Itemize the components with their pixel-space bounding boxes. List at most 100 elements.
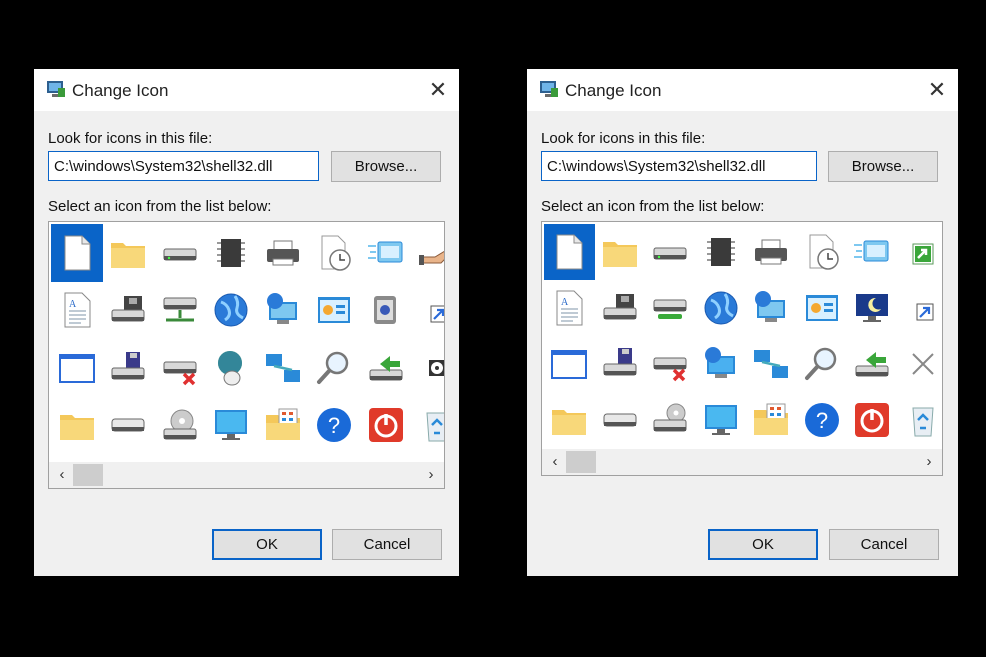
close-x-icon (912, 353, 934, 375)
horizontal-scrollbar[interactable]: ‹ › (542, 449, 942, 475)
icon-cell[interactable] (696, 280, 747, 336)
scroll-right-icon[interactable]: › (422, 466, 440, 483)
shutdown-icon (368, 408, 403, 443)
globe-monitor-icon (704, 347, 735, 378)
icon-cell[interactable] (544, 224, 595, 280)
icon-cell[interactable] (103, 397, 155, 455)
icon-cell[interactable] (847, 224, 898, 280)
file-path-input[interactable] (48, 151, 319, 181)
icon-cell[interactable] (206, 282, 258, 340)
scroll-thumb[interactable] (566, 451, 596, 473)
horizontal-scrollbar[interactable]: ‹ › (49, 462, 444, 488)
icon-cell[interactable]: ? (309, 397, 361, 455)
icon-cell[interactable] (51, 224, 103, 282)
icon-cell[interactable] (103, 224, 155, 282)
window-motion-icon (367, 241, 403, 263)
file-path-input[interactable] (541, 151, 817, 181)
icon-cell[interactable] (360, 397, 412, 455)
icon-cell[interactable] (645, 280, 696, 336)
icon-cell[interactable] (309, 339, 361, 397)
icon-cell[interactable] (847, 336, 898, 392)
icon-cell[interactable] (797, 336, 848, 392)
icon-cell[interactable] (103, 282, 155, 340)
cancel-button[interactable]: Cancel (829, 529, 939, 560)
close-button[interactable]: ✕ (922, 75, 952, 105)
icon-cell[interactable] (412, 224, 444, 282)
blank-document-icon (64, 235, 91, 271)
ok-button[interactable]: OK (708, 529, 818, 560)
icon-cell[interactable] (154, 339, 206, 397)
title-bar[interactable]: Change Icon ✕ (527, 69, 958, 111)
icon-cell[interactable] (898, 280, 943, 336)
icon-cell[interactable] (544, 336, 595, 392)
icon-cell[interactable] (257, 224, 309, 282)
icon-cell[interactable] (154, 397, 206, 455)
cancel-button[interactable]: Cancel (332, 529, 442, 560)
application-window-icon (58, 353, 95, 383)
scroll-right-icon[interactable]: › (920, 453, 938, 470)
icon-cell[interactable] (696, 392, 747, 448)
icon-cell[interactable] (797, 224, 848, 280)
icon-cell[interactable] (360, 282, 412, 340)
removable-drive-icon (111, 418, 145, 432)
network-drive-icon (603, 294, 637, 320)
icon-cell[interactable] (257, 282, 309, 340)
icon-cell[interactable] (898, 224, 943, 280)
icon-cell[interactable] (309, 282, 361, 340)
icon-cell[interactable] (847, 392, 898, 448)
icon-cell[interactable] (51, 339, 103, 397)
icon-cell[interactable] (206, 224, 258, 282)
icon-cell[interactable] (746, 224, 797, 280)
icon-cell[interactable] (645, 224, 696, 280)
icon-cell[interactable] (746, 392, 797, 448)
icon-cell[interactable] (898, 392, 943, 448)
icon-cell[interactable] (51, 397, 103, 455)
icon-cell[interactable] (847, 280, 898, 336)
icon-cell[interactable] (360, 224, 412, 282)
hard-drive-icon (163, 248, 197, 261)
icon-cell[interactable] (206, 397, 258, 455)
icon-cell[interactable] (257, 397, 309, 455)
icon-cell[interactable] (154, 282, 206, 340)
help-icon: ? (804, 403, 839, 437)
icon-cell[interactable] (797, 280, 848, 336)
icon-cell[interactable] (412, 397, 444, 455)
scroll-left-icon[interactable]: ‹ (546, 453, 564, 470)
icon-cell[interactable]: ? (797, 392, 848, 448)
scroll-thumb[interactable] (73, 464, 103, 486)
title-bar[interactable]: Change Icon ✕ (34, 69, 459, 111)
icon-cell[interactable] (103, 339, 155, 397)
icon-cell[interactable] (898, 336, 943, 392)
icon-cell[interactable] (645, 336, 696, 392)
icon-cell[interactable] (595, 336, 646, 392)
icon-cell[interactable] (544, 392, 595, 448)
computer-monitor-icon (215, 410, 248, 441)
icon-cell[interactable] (309, 224, 361, 282)
icon-cell[interactable] (412, 282, 444, 340)
icon-cell[interactable] (206, 339, 258, 397)
dialog-title: Change Icon (565, 81, 662, 100)
icon-cell[interactable] (645, 392, 696, 448)
icon-cell[interactable]: A (544, 280, 595, 336)
icon-cell[interactable] (595, 224, 646, 280)
icon-cell[interactable] (746, 280, 797, 336)
icon-cell[interactable] (696, 336, 747, 392)
change-icon-dialog-left: Change Icon ✕ Look for icons in this fil… (34, 69, 459, 576)
icon-list[interactable]: A? ‹ › (48, 221, 445, 489)
close-button[interactable]: ✕ (423, 75, 453, 105)
icon-cell[interactable] (595, 280, 646, 336)
icon-cell[interactable]: A (51, 282, 103, 340)
icon-cell[interactable] (696, 224, 747, 280)
icon-cell[interactable] (154, 224, 206, 282)
icon-cell[interactable] (746, 336, 797, 392)
icon-cell[interactable] (595, 392, 646, 448)
recycle-bin-icon (912, 407, 934, 437)
browse-button[interactable]: Browse... (828, 151, 938, 182)
scroll-left-icon[interactable]: ‹ (53, 466, 71, 483)
icon-list[interactable]: A? ‹ › (541, 221, 943, 476)
icon-cell[interactable] (360, 339, 412, 397)
browse-button[interactable]: Browse... (331, 151, 441, 182)
ok-button[interactable]: OK (212, 529, 322, 560)
icon-cell[interactable] (412, 339, 444, 397)
icon-cell[interactable] (257, 339, 309, 397)
